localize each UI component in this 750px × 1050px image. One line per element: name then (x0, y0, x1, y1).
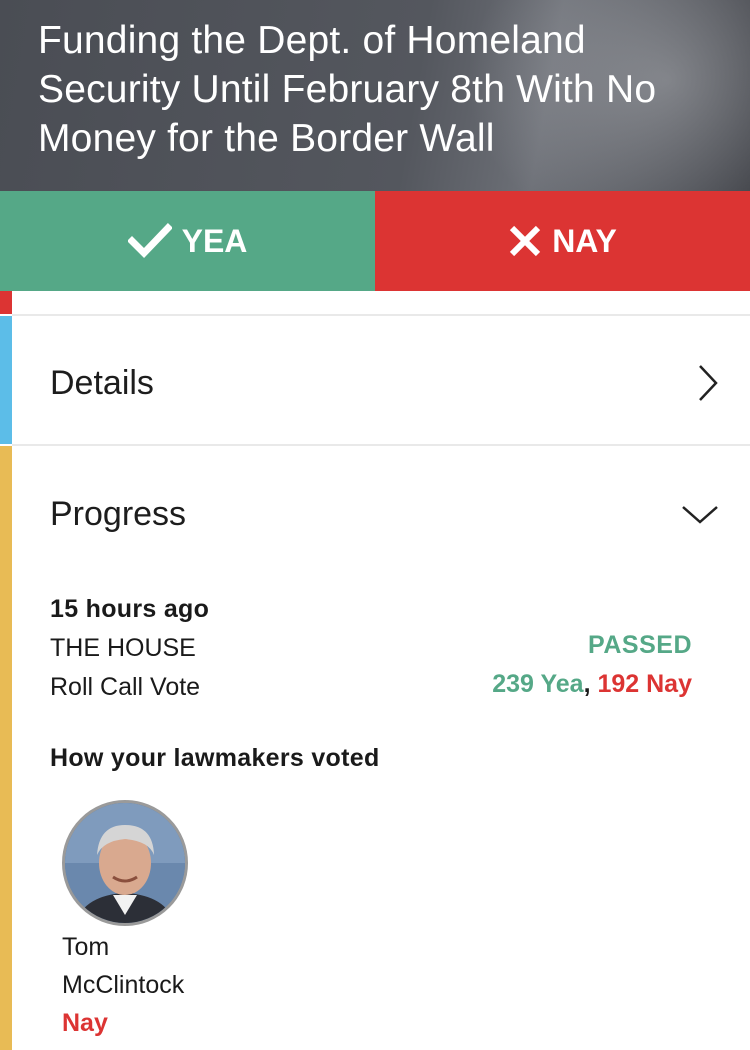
accent-strip-blue (0, 316, 12, 444)
divider (12, 314, 750, 316)
vote-chamber: THE HOUSE (50, 634, 196, 662)
chevron-down-icon (682, 506, 718, 524)
vote-tally: 239 Yea, 192 Nay (492, 665, 692, 704)
vote-button-row: YEA NAY (0, 191, 750, 291)
tally-separator: , (583, 670, 591, 698)
details-title: Details (50, 363, 154, 402)
nay-button[interactable]: NAY (375, 191, 750, 291)
lawmaker-name[interactable]: Tom McClintock (62, 928, 262, 1004)
avatar[interactable] (62, 800, 188, 926)
vote-result: PASSED 239 Yea, 192 Nay (492, 626, 692, 704)
lawmakers-label: How your lawmakers voted (50, 744, 380, 772)
vote-status: PASSED (588, 631, 692, 659)
yea-button[interactable]: YEA (0, 191, 375, 291)
lawmaker-last-name: McClintock (62, 971, 185, 999)
divider (12, 444, 750, 446)
accent-strip-yellow (0, 446, 12, 1050)
nay-button-label: NAY (552, 222, 617, 259)
bill-detail-screen: Funding the Dept. of Homeland Security U… (0, 0, 750, 1050)
yea-button-label: YEA (181, 222, 248, 259)
yea-count: 239 Yea (492, 670, 584, 698)
accent-strip-red (0, 291, 12, 314)
progress-header[interactable]: Progress (50, 484, 720, 544)
vote-time: 15 hours ago (50, 595, 210, 623)
bill-header: Funding the Dept. of Homeland Security U… (0, 0, 750, 191)
checkmark-icon (127, 223, 172, 259)
lawmaker-first-name: Tom (62, 933, 110, 961)
x-icon (510, 225, 541, 257)
lawmaker-vote: Nay (62, 1009, 108, 1037)
bill-title: Funding the Dept. of Homeland Security U… (38, 19, 657, 160)
chevron-right-icon (699, 365, 718, 401)
vote-info: 15 hours ago THE HOUSE Roll Call Vote (50, 590, 209, 707)
vote-type: Roll Call Vote (50, 673, 201, 701)
nay-count: 192 Nay (597, 670, 692, 698)
details-row[interactable]: Details (50, 352, 720, 414)
progress-title: Progress (50, 494, 187, 533)
lawmaker-photo (65, 803, 185, 923)
